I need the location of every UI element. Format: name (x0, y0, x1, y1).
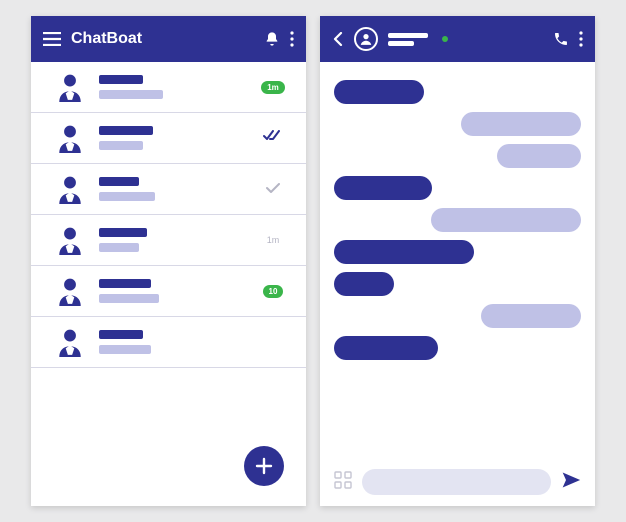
attach-icon[interactable] (334, 471, 352, 494)
sent-message[interactable] (334, 240, 474, 264)
timestamp: 1m (267, 235, 280, 245)
app-title: ChatBoat (71, 30, 142, 48)
send-button[interactable] (561, 470, 581, 495)
back-icon[interactable] (332, 32, 344, 46)
avatar (55, 123, 85, 153)
chat-screen (320, 16, 595, 506)
preview-lines (99, 330, 242, 354)
preview-lines (99, 75, 242, 99)
chat-list-screen: ChatBoat 1m 1m 10 (31, 16, 306, 506)
received-message[interactable] (497, 144, 581, 168)
sent-message[interactable] (334, 176, 432, 200)
row-meta: 1m (256, 235, 290, 245)
conversation-row[interactable]: 1m (31, 215, 306, 266)
conversation-row[interactable] (31, 113, 306, 164)
unread-badge: 10 (263, 285, 284, 298)
chat-contact-name (388, 33, 428, 46)
preview-lines (99, 177, 242, 201)
unread-badge: 1m (261, 81, 285, 94)
chat-header (320, 16, 595, 62)
chat-more-icon[interactable] (579, 31, 583, 47)
sent-message[interactable] (334, 336, 438, 360)
read-check-icon (263, 129, 283, 147)
sent-message[interactable] (334, 80, 424, 104)
conversation-row[interactable] (31, 164, 306, 215)
row-meta (256, 180, 290, 198)
avatar (55, 72, 85, 102)
call-icon[interactable] (553, 31, 569, 47)
conversation-row[interactable] (31, 317, 306, 368)
sent-message[interactable] (334, 272, 394, 296)
conversation-row[interactable]: 1m (31, 62, 306, 113)
online-indicator (442, 36, 448, 42)
avatar (55, 225, 85, 255)
conversation-row[interactable]: 10 (31, 266, 306, 317)
bell-icon[interactable] (264, 31, 280, 47)
delivered-check-icon (266, 180, 280, 198)
avatar (55, 327, 85, 357)
preview-lines (99, 126, 242, 150)
message-input[interactable] (362, 469, 551, 495)
composer (320, 458, 595, 506)
chat-avatar[interactable] (354, 27, 378, 51)
row-meta (256, 129, 290, 147)
received-message[interactable] (431, 208, 581, 232)
received-message[interactable] (461, 112, 581, 136)
received-message[interactable] (481, 304, 581, 328)
new-chat-button[interactable] (244, 446, 284, 486)
menu-icon[interactable] (43, 32, 61, 46)
message-list (320, 62, 595, 458)
row-meta: 1m (256, 81, 290, 94)
more-icon[interactable] (290, 31, 294, 47)
avatar (55, 174, 85, 204)
list-header: ChatBoat (31, 16, 306, 62)
conversation-list: 1m 1m 10 (31, 62, 306, 506)
row-meta: 10 (256, 285, 290, 298)
preview-lines (99, 228, 242, 252)
avatar (55, 276, 85, 306)
preview-lines (99, 279, 242, 303)
